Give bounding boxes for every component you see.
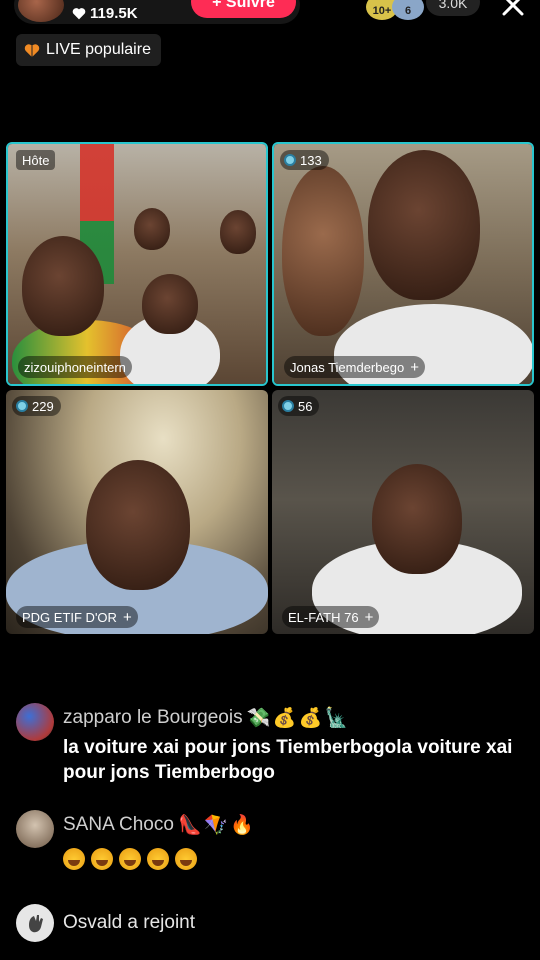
commenter-name[interactable]: SANA Choco 👠 🪁 🔥 (63, 814, 254, 836)
rolling-on-floor-laughing-icon (147, 848, 169, 870)
participant-face (220, 210, 256, 254)
money-with-wings-icon: 💸 (246, 708, 271, 729)
follow-button[interactable]: + Suivre (191, 0, 296, 18)
participant-face (22, 236, 104, 336)
viewer-dot-icon (282, 400, 294, 412)
commenter-name[interactable]: zapparo le Bourgeois 💸 💰 💰 🗽 (63, 707, 349, 729)
follow-guest-plus[interactable]: + (123, 610, 132, 625)
participant-face (134, 208, 170, 250)
comment-reactions (63, 848, 533, 870)
viewer-dot-icon (16, 400, 28, 412)
guest-name-label: Jonas Tiemderbego (290, 359, 405, 375)
viewer-dot-icon (284, 154, 296, 166)
commenter-name-label: zapparo le Bourgeois (63, 707, 243, 728)
commenter-name-label: SANA Choco (63, 814, 174, 835)
joined-user[interactable]: Osvald (63, 912, 122, 933)
kite-icon: 🪁 (204, 815, 228, 836)
guest-tile-host[interactable]: Hôte zizouiphoneintern (6, 142, 268, 386)
guest-tile-2[interactable]: 133 Jonas Tiemderbego + (272, 142, 534, 386)
comment-text: la voiture xai pour jons Tiemberbogola v… (63, 737, 513, 783)
follow-guest-plus[interactable]: + (410, 360, 419, 375)
commenter-avatar[interactable] (16, 703, 54, 741)
guest-name-label: EL-FATH 76 (288, 609, 359, 625)
fire-icon: 🔥 (230, 815, 254, 836)
rolling-on-floor-laughing-icon (63, 848, 85, 870)
participant-face (368, 150, 480, 300)
rolling-on-floor-laughing-icon (119, 848, 141, 870)
guest-viewer-count: 133 (280, 150, 329, 170)
guest-name-label: PDG ETIF D'OR (22, 609, 117, 625)
participant-face (372, 464, 462, 574)
guest-name[interactable]: PDG ETIF D'OR + (16, 606, 138, 628)
joined-action: a rejoint (127, 912, 196, 933)
like-count-value: 119.5K (90, 4, 138, 22)
rolling-on-floor-laughing-icon (91, 848, 113, 870)
guest-tile-3[interactable]: 229 PDG ETIF D'OR + (6, 390, 268, 634)
guest-name-label: zizouiphoneintern (24, 359, 126, 375)
waving-hand-icon (29, 915, 43, 933)
close-icon[interactable] (498, 0, 528, 20)
viewer-count[interactable]: 3.0K (426, 0, 480, 16)
participant-face (142, 274, 198, 334)
guest-viewer-count: 56 (278, 396, 320, 416)
guest-tile-4[interactable]: 56 EL-FATH 76 + (272, 390, 534, 634)
guest-viewer-count-value: 133 (300, 152, 322, 168)
heart-icon (72, 7, 86, 19)
host-tag: Hôte (16, 150, 56, 170)
top-gifter-badge-2[interactable]: 6 (392, 0, 424, 20)
guest-viewer-count-value: 56 (298, 398, 313, 414)
live-popular-label: LIVE populaire (46, 41, 151, 58)
participant-face (86, 460, 190, 590)
live-popular-badge[interactable]: LIVE populaire (16, 34, 161, 66)
guest-viewer-count: 229 (12, 396, 61, 416)
guest-name[interactable]: Jonas Tiemderbego + (284, 356, 425, 378)
wave-avatar (16, 904, 54, 942)
follow-guest-plus[interactable]: + (365, 610, 374, 625)
money-bag-icon: 💰 (272, 708, 297, 729)
like-count: 119.5K (72, 4, 138, 22)
rolling-on-floor-laughing-icon (175, 848, 197, 870)
join-event: Osvald a rejoint (16, 904, 526, 944)
comment-item[interactable]: zapparo le Bourgeois 💸 💰 💰 🗽 la voiture … (16, 703, 526, 789)
join-text: Osvald a rejoint (63, 912, 195, 934)
high-heel-icon: 👠 (178, 815, 202, 836)
waving-hand (282, 166, 364, 336)
comment-item[interactable]: SANA Choco 👠 🪁 🔥 (16, 810, 526, 876)
orange-heart-icon (24, 43, 40, 57)
top-gifter-badges[interactable]: 10+ 6 (366, 0, 424, 20)
money-bag-icon: 💰 (298, 708, 323, 729)
guest-viewer-count-value: 229 (32, 398, 54, 414)
statue-of-liberty-icon: 🗽 (324, 708, 349, 729)
commenter-avatar[interactable] (16, 810, 54, 848)
guest-name[interactable]: EL-FATH 76 + (282, 606, 380, 628)
guest-name[interactable]: zizouiphoneintern (18, 356, 132, 378)
top-bar: 119.5K + Suivre 10+ 6 3.0K (0, 0, 540, 30)
